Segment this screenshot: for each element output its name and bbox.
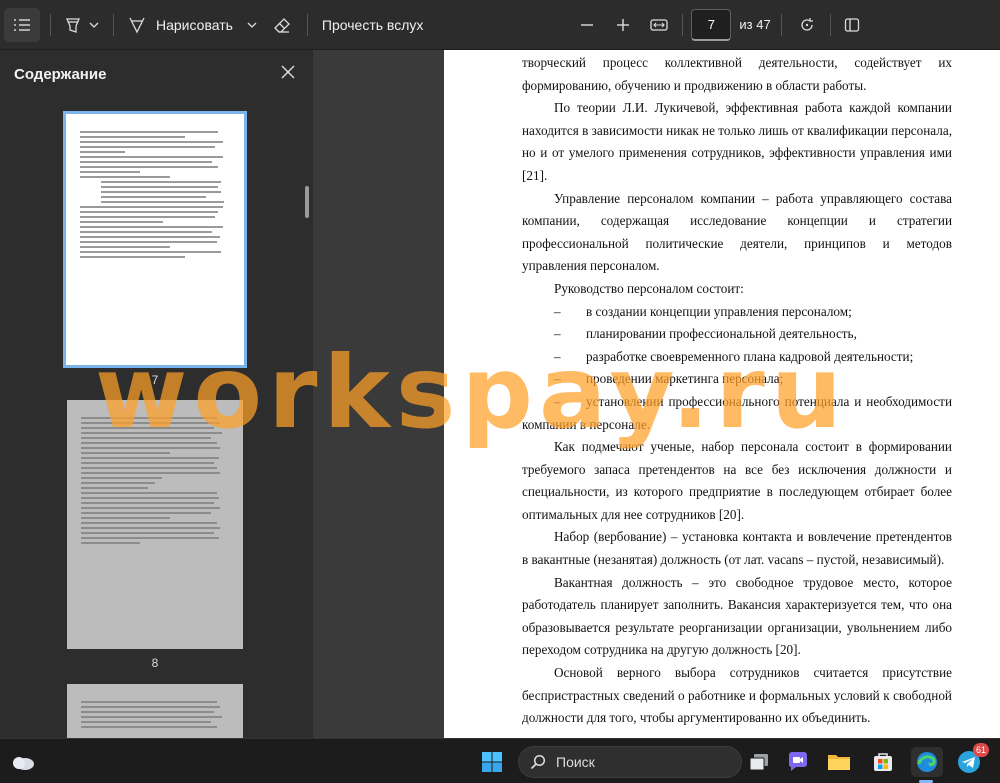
toolbar-divider xyxy=(780,13,782,36)
weather-icon xyxy=(13,757,34,770)
edge-button[interactable] xyxy=(911,747,943,777)
page-thumbnail-label: 8 xyxy=(151,656,159,670)
paragraph: творческий процесс коллективной деятельн… xyxy=(522,55,952,93)
document-page: творческий процесс коллективной деятельн… xyxy=(444,50,1000,738)
list-marker: – xyxy=(554,326,561,342)
page-total: из 47 xyxy=(739,17,771,32)
read-aloud-label: Прочесть вслух xyxy=(321,16,424,33)
notification-badge: 61 xyxy=(973,743,990,757)
list-item-text: в создании концепции управления персонал… xyxy=(586,303,852,319)
highlight-options-button[interactable] xyxy=(85,8,103,42)
highlighter-icon xyxy=(66,17,80,33)
draw-button[interactable]: Нарисовать xyxy=(124,8,237,42)
chevron-down-icon xyxy=(247,22,257,28)
paragraph: По теории Л.И. Лукичевой, эффективная ра… xyxy=(522,100,952,183)
list-item-text: проведении маркетинга персонала; xyxy=(586,371,784,387)
list-item: – в создании концепции управления персона… xyxy=(522,301,952,324)
task-view-icon xyxy=(749,754,768,771)
toolbar-divider xyxy=(829,13,831,36)
edge-icon xyxy=(917,752,937,772)
toolbar-divider xyxy=(50,13,51,36)
search-label: Поиск xyxy=(556,754,595,770)
list-item-text: установлении профессионального потенциал… xyxy=(522,393,952,432)
page-number-input[interactable]: 7 xyxy=(691,8,732,41)
taskbar-search[interactable]: Поиск xyxy=(518,746,742,778)
paragraph: Набор (вербование) – установка контакта … xyxy=(522,529,952,568)
document-viewer[interactable]: творческий процесс коллективной деятельн… xyxy=(313,50,1000,738)
highlight-button[interactable] xyxy=(61,8,85,42)
close-icon xyxy=(281,65,295,79)
windows-start-icon xyxy=(482,752,502,772)
zoom-in-icon xyxy=(617,18,630,31)
file-explorer-icon xyxy=(828,755,850,770)
page-view-button[interactable] xyxy=(839,8,865,42)
weather-widget[interactable] xyxy=(8,747,38,777)
draw-icon xyxy=(129,17,145,33)
page-thumbnail-8[interactable] xyxy=(67,400,243,649)
paragraph: Управление персоналом компании – работа … xyxy=(522,190,952,274)
chat-button[interactable] xyxy=(783,747,813,777)
read-aloud-button[interactable]: Прочесть вслух xyxy=(318,8,427,42)
contents-icon xyxy=(14,18,30,31)
page-view-icon xyxy=(844,17,859,32)
toolbar-divider xyxy=(306,13,308,36)
page-text: творческий процесс коллективной деятельн… xyxy=(522,52,952,730)
pdf-reader-window: Нарисовать Прочесть вслух 7 из 47 Содерж… xyxy=(0,0,1000,783)
task-view-button[interactable] xyxy=(744,747,774,777)
scrollbar[interactable] xyxy=(305,186,309,218)
chat-icon xyxy=(788,752,807,771)
draw-options-button[interactable] xyxy=(241,8,263,42)
list-marker: – xyxy=(554,303,561,319)
start-button[interactable] xyxy=(477,747,507,777)
toolbar: Нарисовать Прочесть вслух 7 из 47 xyxy=(0,0,1000,50)
taskbar: Поиск 61 xyxy=(0,738,1000,783)
paragraph: Руководство персоналом состоит: xyxy=(554,280,744,296)
rotate-icon xyxy=(801,17,813,31)
list-item: – установлении профессионального потенциа… xyxy=(522,391,952,436)
list-item: – планировании профессиональной деятельно… xyxy=(522,323,952,346)
list-item-text: планировании профессиональной деятельнос… xyxy=(586,326,857,342)
zoom-out-icon xyxy=(581,23,594,26)
zoom-out-button[interactable] xyxy=(572,8,602,42)
rotate-button[interactable] xyxy=(792,8,822,42)
store-button[interactable] xyxy=(868,747,898,777)
fit-width-button[interactable] xyxy=(644,8,674,42)
draw-label: Нарисовать xyxy=(156,16,233,33)
chevron-down-icon xyxy=(89,22,99,28)
page-thumbnail-7[interactable] xyxy=(63,111,247,368)
paragraph: Основой верного выбора сотрудников счита… xyxy=(522,665,952,726)
list-marker: – xyxy=(554,348,561,364)
page-thumbnail-label: 7 xyxy=(151,373,159,387)
list-marker: – xyxy=(554,393,561,409)
contents-pane: Содержание 7 8 xyxy=(0,50,313,738)
eraser-button[interactable] xyxy=(267,8,297,42)
paragraph: Вакантная должность – это свободное труд… xyxy=(522,574,952,658)
close-contents-button[interactable] xyxy=(278,62,298,82)
paragraph: Как подмечают ученые, набор персонала со… xyxy=(522,439,952,522)
list-item-text: разработке своевременного плана кадровой… xyxy=(586,348,914,364)
contents-title: Содержание xyxy=(14,66,107,83)
contents-button[interactable] xyxy=(4,7,40,42)
search-icon xyxy=(530,754,546,770)
list-marker: – xyxy=(554,371,561,387)
eraser-icon xyxy=(274,17,290,33)
file-explorer-button[interactable] xyxy=(824,747,854,777)
store-icon xyxy=(874,753,892,771)
page-thumbnail-9[interactable] xyxy=(67,684,243,738)
toolbar-divider xyxy=(113,13,114,36)
list-item: – разработке своевременного плана кадрово… xyxy=(522,346,952,369)
fit-width-icon xyxy=(650,18,669,31)
zoom-in-button[interactable] xyxy=(608,8,638,42)
list-item: – проведении маркетинга персонала; xyxy=(522,368,952,391)
toolbar-divider xyxy=(682,13,684,36)
